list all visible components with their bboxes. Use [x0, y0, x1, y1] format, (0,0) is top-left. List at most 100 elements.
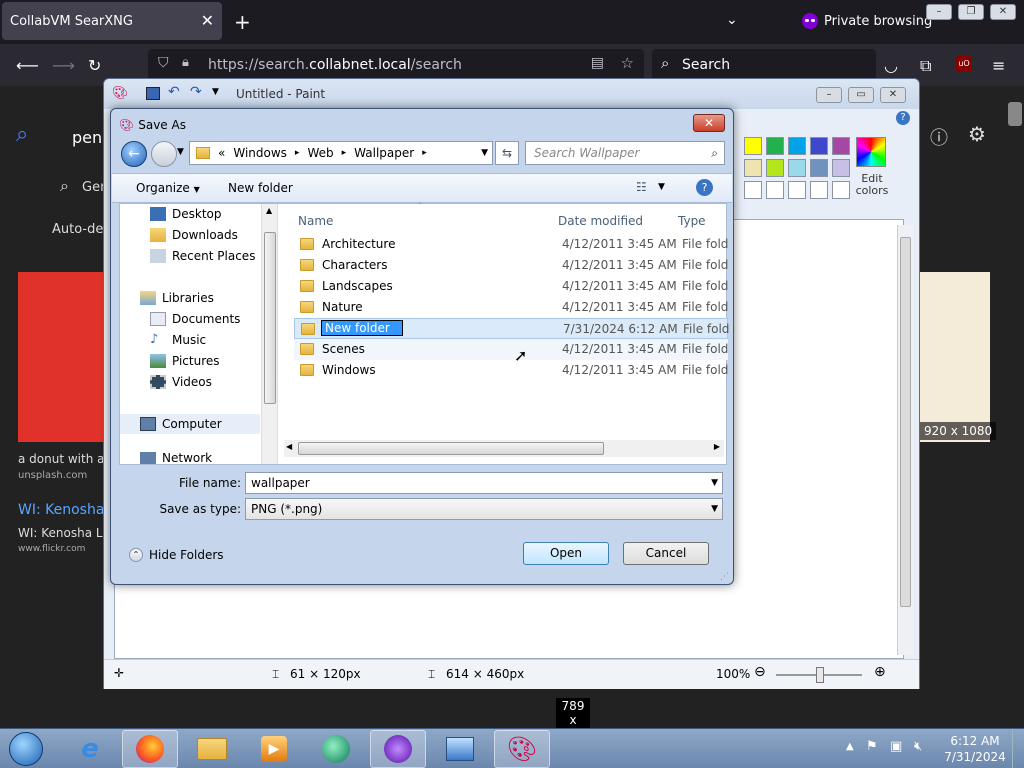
column-header-date[interactable]: Date modified	[558, 214, 643, 228]
paint-close-button[interactable]: ✕	[880, 87, 906, 103]
history-dropdown-icon[interactable]: ▼	[177, 147, 184, 157]
file-row[interactable]: Characters 4/12/2011 3:45 AM File folder	[294, 255, 728, 276]
undo-icon[interactable]: ↶	[168, 84, 180, 100]
zoom-out-icon[interactable]: ⊖	[754, 664, 766, 680]
address-breadcrumb[interactable]: « Windows ▸ Web ▸ Wallpaper ▸ ▼	[189, 141, 493, 165]
gear-icon[interactable]: ⚙	[968, 122, 986, 146]
dialog-title-bar[interactable]: 🎨︎ Save As	[119, 115, 186, 135]
chevron-down-icon[interactable]: ⌄	[726, 12, 738, 28]
back-arrow-icon[interactable]: ←	[121, 141, 147, 167]
save-type-select[interactable]: PNG (*.png) ▼	[245, 498, 723, 520]
help-icon[interactable]: ?	[696, 179, 713, 196]
color-swatch[interactable]	[744, 137, 762, 155]
color-swatch[interactable]	[832, 159, 850, 177]
extensions-icon[interactable]: ⧉	[920, 56, 931, 76]
result-image-2[interactable]	[920, 272, 990, 442]
search-icon[interactable]: ⌕	[711, 142, 718, 164]
page-scrollbar-thumb[interactable]	[1008, 102, 1022, 126]
minimize-button[interactable]: –	[926, 4, 952, 20]
back-arrow-icon[interactable]: ⟵	[16, 56, 39, 75]
forward-arrow-icon[interactable]	[151, 141, 177, 167]
color-swatch[interactable]	[810, 159, 828, 177]
query-text[interactable]: peni	[72, 128, 107, 147]
color-swatch[interactable]	[744, 181, 762, 199]
paint-scroll-thumb[interactable]	[900, 237, 911, 607]
organize-button[interactable]: Organize ▼	[136, 181, 200, 195]
color-swatch[interactable]	[832, 137, 850, 155]
zoom-in-icon[interactable]: ⊕	[874, 664, 886, 680]
nav-item-network[interactable]: Network	[140, 452, 212, 464]
taskbar-clock[interactable]: 6:12 AM 7/31/2024	[940, 733, 1010, 765]
nav-item-libraries[interactable]: Libraries	[140, 288, 214, 308]
column-header-name[interactable]: Name	[298, 214, 333, 228]
scroll-up-icon[interactable]: ▲	[266, 206, 272, 215]
nav-item-downloads[interactable]: Downloads	[150, 225, 238, 245]
shield-icon[interactable]: ⛉	[158, 55, 169, 71]
nav-item-music[interactable]: ♪ Music	[150, 330, 206, 350]
color-swatch[interactable]	[810, 181, 828, 199]
reload-icon[interactable]: ↻	[88, 56, 101, 75]
color-swatch[interactable]	[744, 159, 762, 177]
breadcrumb-wallpaper[interactable]: Wallpaper	[354, 146, 414, 160]
close-window-button[interactable]: ✕	[990, 4, 1016, 20]
refresh-icon[interactable]: ⇆	[495, 141, 519, 165]
taskbar-media-player[interactable]: ▶	[246, 730, 302, 768]
color-swatch[interactable]	[788, 181, 806, 199]
edit-colors-icon[interactable]	[856, 137, 886, 167]
volume-muted-icon[interactable]: 🔇︎	[914, 739, 922, 754]
breadcrumb-windows[interactable]: Windows	[233, 146, 287, 160]
bookmark-star-icon[interactable]: ☆	[621, 54, 634, 72]
maximize-button[interactable]: ❐	[958, 4, 984, 20]
file-row[interactable]: Nature 4/12/2011 3:45 AM File folder	[294, 297, 728, 318]
show-desktop-button[interactable]	[1012, 729, 1024, 768]
taskbar-control-panel[interactable]	[432, 730, 488, 768]
file-row[interactable]: Scenes 4/12/2011 3:45 AM File folder	[294, 339, 728, 360]
browser-search-box[interactable]: ⌕ Search	[652, 49, 876, 81]
paint-app-icon[interactable]: 🎨︎	[112, 86, 129, 101]
taskbar-private-firefox[interactable]	[370, 730, 426, 768]
save-icon[interactable]	[146, 87, 160, 100]
horizontal-scroll-thumb[interactable]	[298, 442, 604, 455]
info-icon[interactable]: ⓘ	[930, 124, 948, 150]
paint-maximize-button[interactable]: ▭	[848, 87, 874, 103]
column-header-type[interactable]: Type	[678, 214, 706, 228]
lock-icon[interactable]: 🔒︎	[182, 55, 189, 70]
resize-grip-icon[interactable]: ⋰	[720, 572, 729, 582]
result-1-text[interactable]: a donut with a	[18, 452, 104, 466]
breadcrumb-separator-icon[interactable]: ▸	[295, 148, 300, 158]
nav-item-documents[interactable]: Documents	[150, 309, 240, 329]
quick-access-dropdown-icon[interactable]: ▼	[212, 87, 219, 97]
redo-icon[interactable]: ↷	[190, 84, 202, 100]
paint-vertical-scrollbar[interactable]	[897, 225, 913, 655]
network-icon[interactable]: ▣	[890, 739, 902, 754]
nav-item-pictures[interactable]: Pictures	[150, 351, 220, 371]
start-button[interactable]	[4, 729, 48, 768]
view-dropdown-icon[interactable]: ▼	[658, 182, 665, 192]
auto-detect-label[interactable]: Auto-det	[52, 222, 108, 237]
reader-view-icon[interactable]: ▤	[591, 55, 604, 71]
file-row-selected[interactable]: New folder 7/31/2024 6:12 AM File folder	[294, 318, 729, 339]
breadcrumb-overflow[interactable]: «	[218, 146, 225, 160]
file-name-dropdown-icon[interactable]: ▼	[711, 473, 718, 493]
nav-pane-scrollbar[interactable]: ▲	[261, 204, 277, 464]
nav-item-recent-places[interactable]: Recent Places	[150, 246, 255, 266]
menu-icon[interactable]: ≡	[992, 56, 1005, 75]
new-folder-button[interactable]: New folder	[228, 181, 293, 195]
open-button[interactable]: Open	[523, 542, 609, 565]
taskbar-ie[interactable]: e	[62, 730, 118, 768]
breadcrumb-separator-icon[interactable]: ▸	[422, 148, 427, 158]
nav-item-videos[interactable]: Videos	[150, 372, 212, 392]
file-list-horizontal-scrollbar[interactable]: ◀ ▶	[284, 440, 724, 457]
flag-icon[interactable]: ⚑	[866, 739, 878, 754]
dialog-close-button[interactable]: ✕	[693, 114, 725, 132]
file-row[interactable]: Landscapes 4/12/2011 3:45 AM File folder	[294, 276, 728, 297]
taskbar-app-green[interactable]	[308, 730, 364, 768]
breadcrumb-web[interactable]: Web	[307, 146, 333, 160]
result-image-1[interactable]	[18, 272, 104, 442]
color-swatch[interactable]	[788, 159, 806, 177]
close-tab-icon[interactable]: ✕	[201, 11, 214, 30]
file-row[interactable]: Windows 4/12/2011 3:45 AM File folder	[294, 360, 728, 381]
taskbar-paint[interactable]: 🎨︎	[494, 730, 550, 768]
nav-scroll-thumb[interactable]	[264, 232, 276, 404]
url-bar[interactable]: ⛉ 🔒︎ https://search. collabnet.local/sear…	[148, 49, 644, 81]
